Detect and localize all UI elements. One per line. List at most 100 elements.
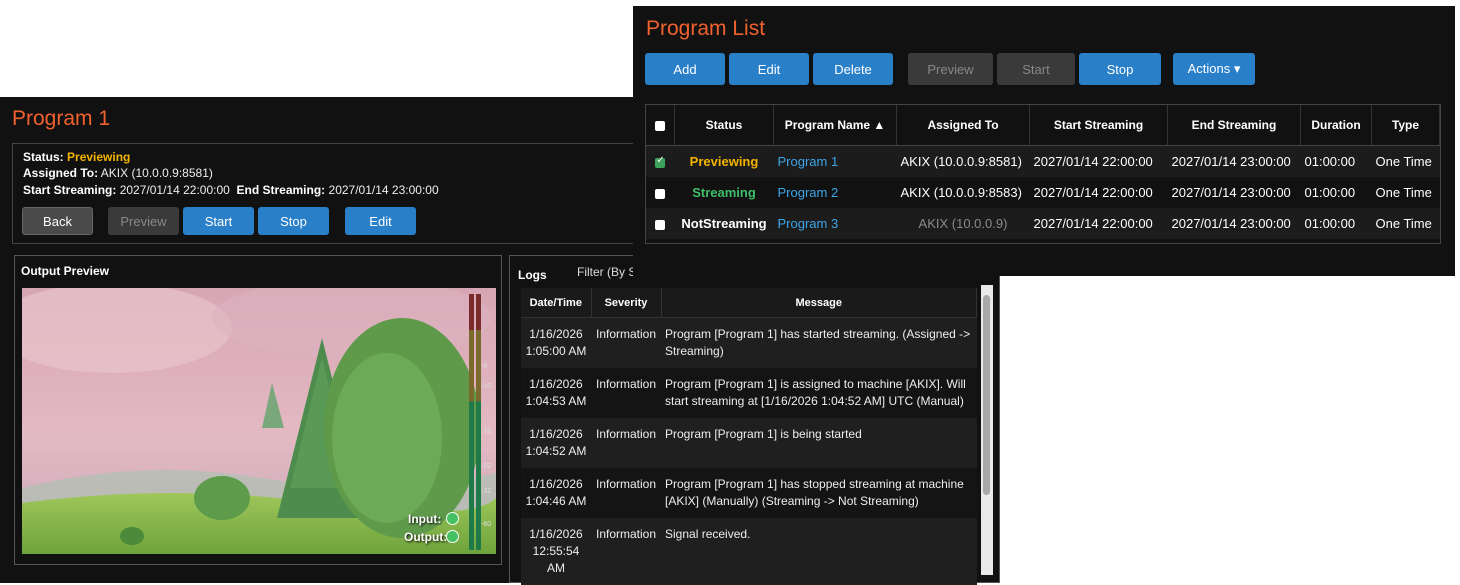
stop-button[interactable]: Stop: [1079, 53, 1161, 85]
table-row[interactable]: 1/16/2026 1:04:53 AM Information Program …: [521, 368, 977, 418]
start-button[interactable]: Start: [997, 53, 1075, 85]
end-label: End Streaming:: [236, 183, 326, 197]
row-checkbox[interactable]: [646, 208, 675, 239]
col-program-name[interactable]: Program Name ▲: [773, 105, 897, 146]
video-preview: -6 -10 -16 -22 -32 -60 Input: Output:: [22, 288, 496, 554]
table-row[interactable]: Streaming Program 2 AKIX (10.0.0.9:8583)…: [646, 177, 1440, 208]
table-row[interactable]: 1/16/2026 1:04:46 AM Information Program …: [521, 468, 977, 518]
program-table: Status Program Name ▲ Assigned To Start …: [646, 105, 1440, 239]
audio-meter-right: [476, 294, 481, 550]
back-button[interactable]: Back: [22, 207, 93, 235]
row-type: One Time: [1371, 208, 1440, 239]
log-datetime: 1/16/2026 1:04:52 AM: [521, 418, 591, 468]
col-end-streaming[interactable]: End Streaming: [1167, 105, 1301, 146]
row-duration: 01:00:00: [1300, 208, 1372, 239]
row-duration: 01:00:00: [1300, 145, 1372, 177]
assigned-line: Assigned To: AKIX (10.0.0.9:8581): [23, 166, 213, 180]
input-status-icon: [446, 512, 459, 525]
output-preview-box: Output Preview -6 -10 -16 -22 -32 -60 In…: [14, 255, 502, 565]
log-message: Signal received.: [661, 518, 977, 585]
row-program-name-link[interactable]: Program 3: [773, 208, 897, 239]
checkbox-icon[interactable]: [655, 188, 666, 199]
row-end: 2027/01/14 23:00:00: [1167, 177, 1301, 208]
log-message: Program [Program 1] has started streamin…: [661, 317, 977, 368]
logs-panel: Logs Filter (By S Date/Time Severity Mes…: [509, 255, 1000, 585]
log-date: 1/16/2026: [529, 527, 583, 541]
input-label: Input:: [408, 512, 442, 526]
row-checkbox[interactable]: [646, 145, 675, 177]
log-time: 1:04:46 AM: [525, 494, 587, 508]
checkbox-checked-icon[interactable]: [655, 155, 666, 168]
logs-table: Date/Time Severity Message 1/16/2026 1:05…: [521, 288, 977, 585]
log-severity: Information: [591, 368, 661, 418]
table-row[interactable]: 1/16/2026 1:04:52 AM Information Program …: [521, 418, 977, 468]
log-severity: Information: [591, 317, 661, 368]
edit-button[interactable]: Edit: [729, 53, 809, 85]
select-all-checkbox[interactable]: [646, 105, 675, 146]
table-row[interactable]: Previewing Program 1 AKIX (10.0.0.9:8581…: [646, 145, 1440, 177]
add-button[interactable]: Add: [645, 53, 725, 85]
log-datetime: 1/16/2026 1:05:00 AM: [521, 317, 591, 368]
row-end: 2027/01/14 23:00:00: [1167, 208, 1301, 239]
assigned-label: Assigned To:: [23, 166, 99, 180]
log-datetime: 1/16/2026 1:04:46 AM: [521, 468, 591, 518]
col-datetime[interactable]: Date/Time: [521, 288, 592, 318]
actions-dropdown[interactable]: Actions ▾: [1173, 53, 1255, 85]
row-checkbox[interactable]: [646, 177, 675, 208]
output-preview-title: Output Preview: [21, 264, 110, 278]
log-severity: Information: [591, 518, 661, 585]
col-type[interactable]: Type: [1371, 105, 1440, 146]
table-row[interactable]: NotStreaming Program 3 AKIX (10.0.0.9) 2…: [646, 208, 1440, 239]
col-message[interactable]: Message: [661, 288, 977, 318]
row-type: One Time: [1371, 177, 1440, 208]
program-list-title: Program List: [646, 17, 766, 40]
assigned-value: AKIX (10.0.0.9:8581): [100, 166, 213, 180]
checkbox-icon[interactable]: [655, 219, 666, 230]
log-message: Program [Program 1] has stopped streamin…: [661, 468, 977, 518]
row-start: 2027/01/14 22:00:00: [1029, 208, 1168, 239]
col-status[interactable]: Status: [674, 105, 774, 146]
log-date: 1/16/2026: [529, 327, 583, 341]
output-label: Output:: [404, 530, 448, 544]
log-severity: Information: [591, 468, 661, 518]
col-start-streaming[interactable]: Start Streaming: [1029, 105, 1168, 146]
start-button[interactable]: Start: [183, 207, 254, 235]
row-start: 2027/01/14 22:00:00: [1029, 145, 1168, 177]
table-row[interactable]: 1/16/2026 1:05:00 AM Information Program …: [521, 317, 977, 368]
col-duration[interactable]: Duration: [1300, 105, 1372, 146]
log-datetime: 1/16/2026 1:04:53 AM: [521, 368, 591, 418]
row-start: 2027/01/14 22:00:00: [1029, 177, 1168, 208]
meter-tick: -10: [481, 383, 492, 390]
stop-button[interactable]: Stop: [258, 207, 329, 235]
logs-filter-label: Filter (By S: [577, 265, 637, 279]
col-assigned-to[interactable]: Assigned To: [896, 105, 1030, 146]
log-message: Program [Program 1] is being started: [661, 418, 977, 468]
log-datetime: 1/16/2026 12:55:54 AM: [521, 518, 591, 585]
row-program-name-link[interactable]: Program 2: [773, 177, 897, 208]
start-value: 2027/01/14 22:00:00: [119, 183, 230, 197]
output-status-icon: [446, 530, 459, 543]
checkbox-icon[interactable]: [655, 120, 665, 131]
table-row[interactable]: 1/16/2026 12:55:54 AM Information Signal …: [521, 518, 977, 585]
scrollbar-thumb[interactable]: [983, 295, 990, 495]
row-assigned-to: AKIX (10.0.0.9): [896, 208, 1030, 239]
audio-meter-left: [469, 294, 474, 550]
row-type: One Time: [1371, 145, 1440, 177]
edit-button[interactable]: Edit: [345, 207, 416, 235]
preview-button[interactable]: Preview: [108, 207, 179, 235]
log-message: Program [Program 1] is assigned to machi…: [661, 368, 977, 418]
row-end: 2027/01/14 23:00:00: [1167, 145, 1301, 177]
row-program-name-link[interactable]: Program 1: [773, 145, 897, 177]
row-status: Streaming: [674, 177, 774, 208]
status-label: Status:: [23, 150, 64, 164]
preview-button[interactable]: Preview: [908, 53, 993, 85]
meter-tick: -32: [481, 488, 492, 495]
logs-scrollbar[interactable]: [981, 285, 993, 575]
schedule-line: Start Streaming: 2027/01/14 22:00:00 End…: [23, 183, 439, 197]
log-time: 1:04:52 AM: [525, 444, 587, 458]
page-title: Program 1: [12, 107, 111, 130]
delete-button[interactable]: Delete: [813, 53, 893, 85]
meter-tick: -6: [481, 363, 488, 370]
col-severity[interactable]: Severity: [591, 288, 662, 318]
status-line: Status: Previewing: [23, 150, 130, 164]
